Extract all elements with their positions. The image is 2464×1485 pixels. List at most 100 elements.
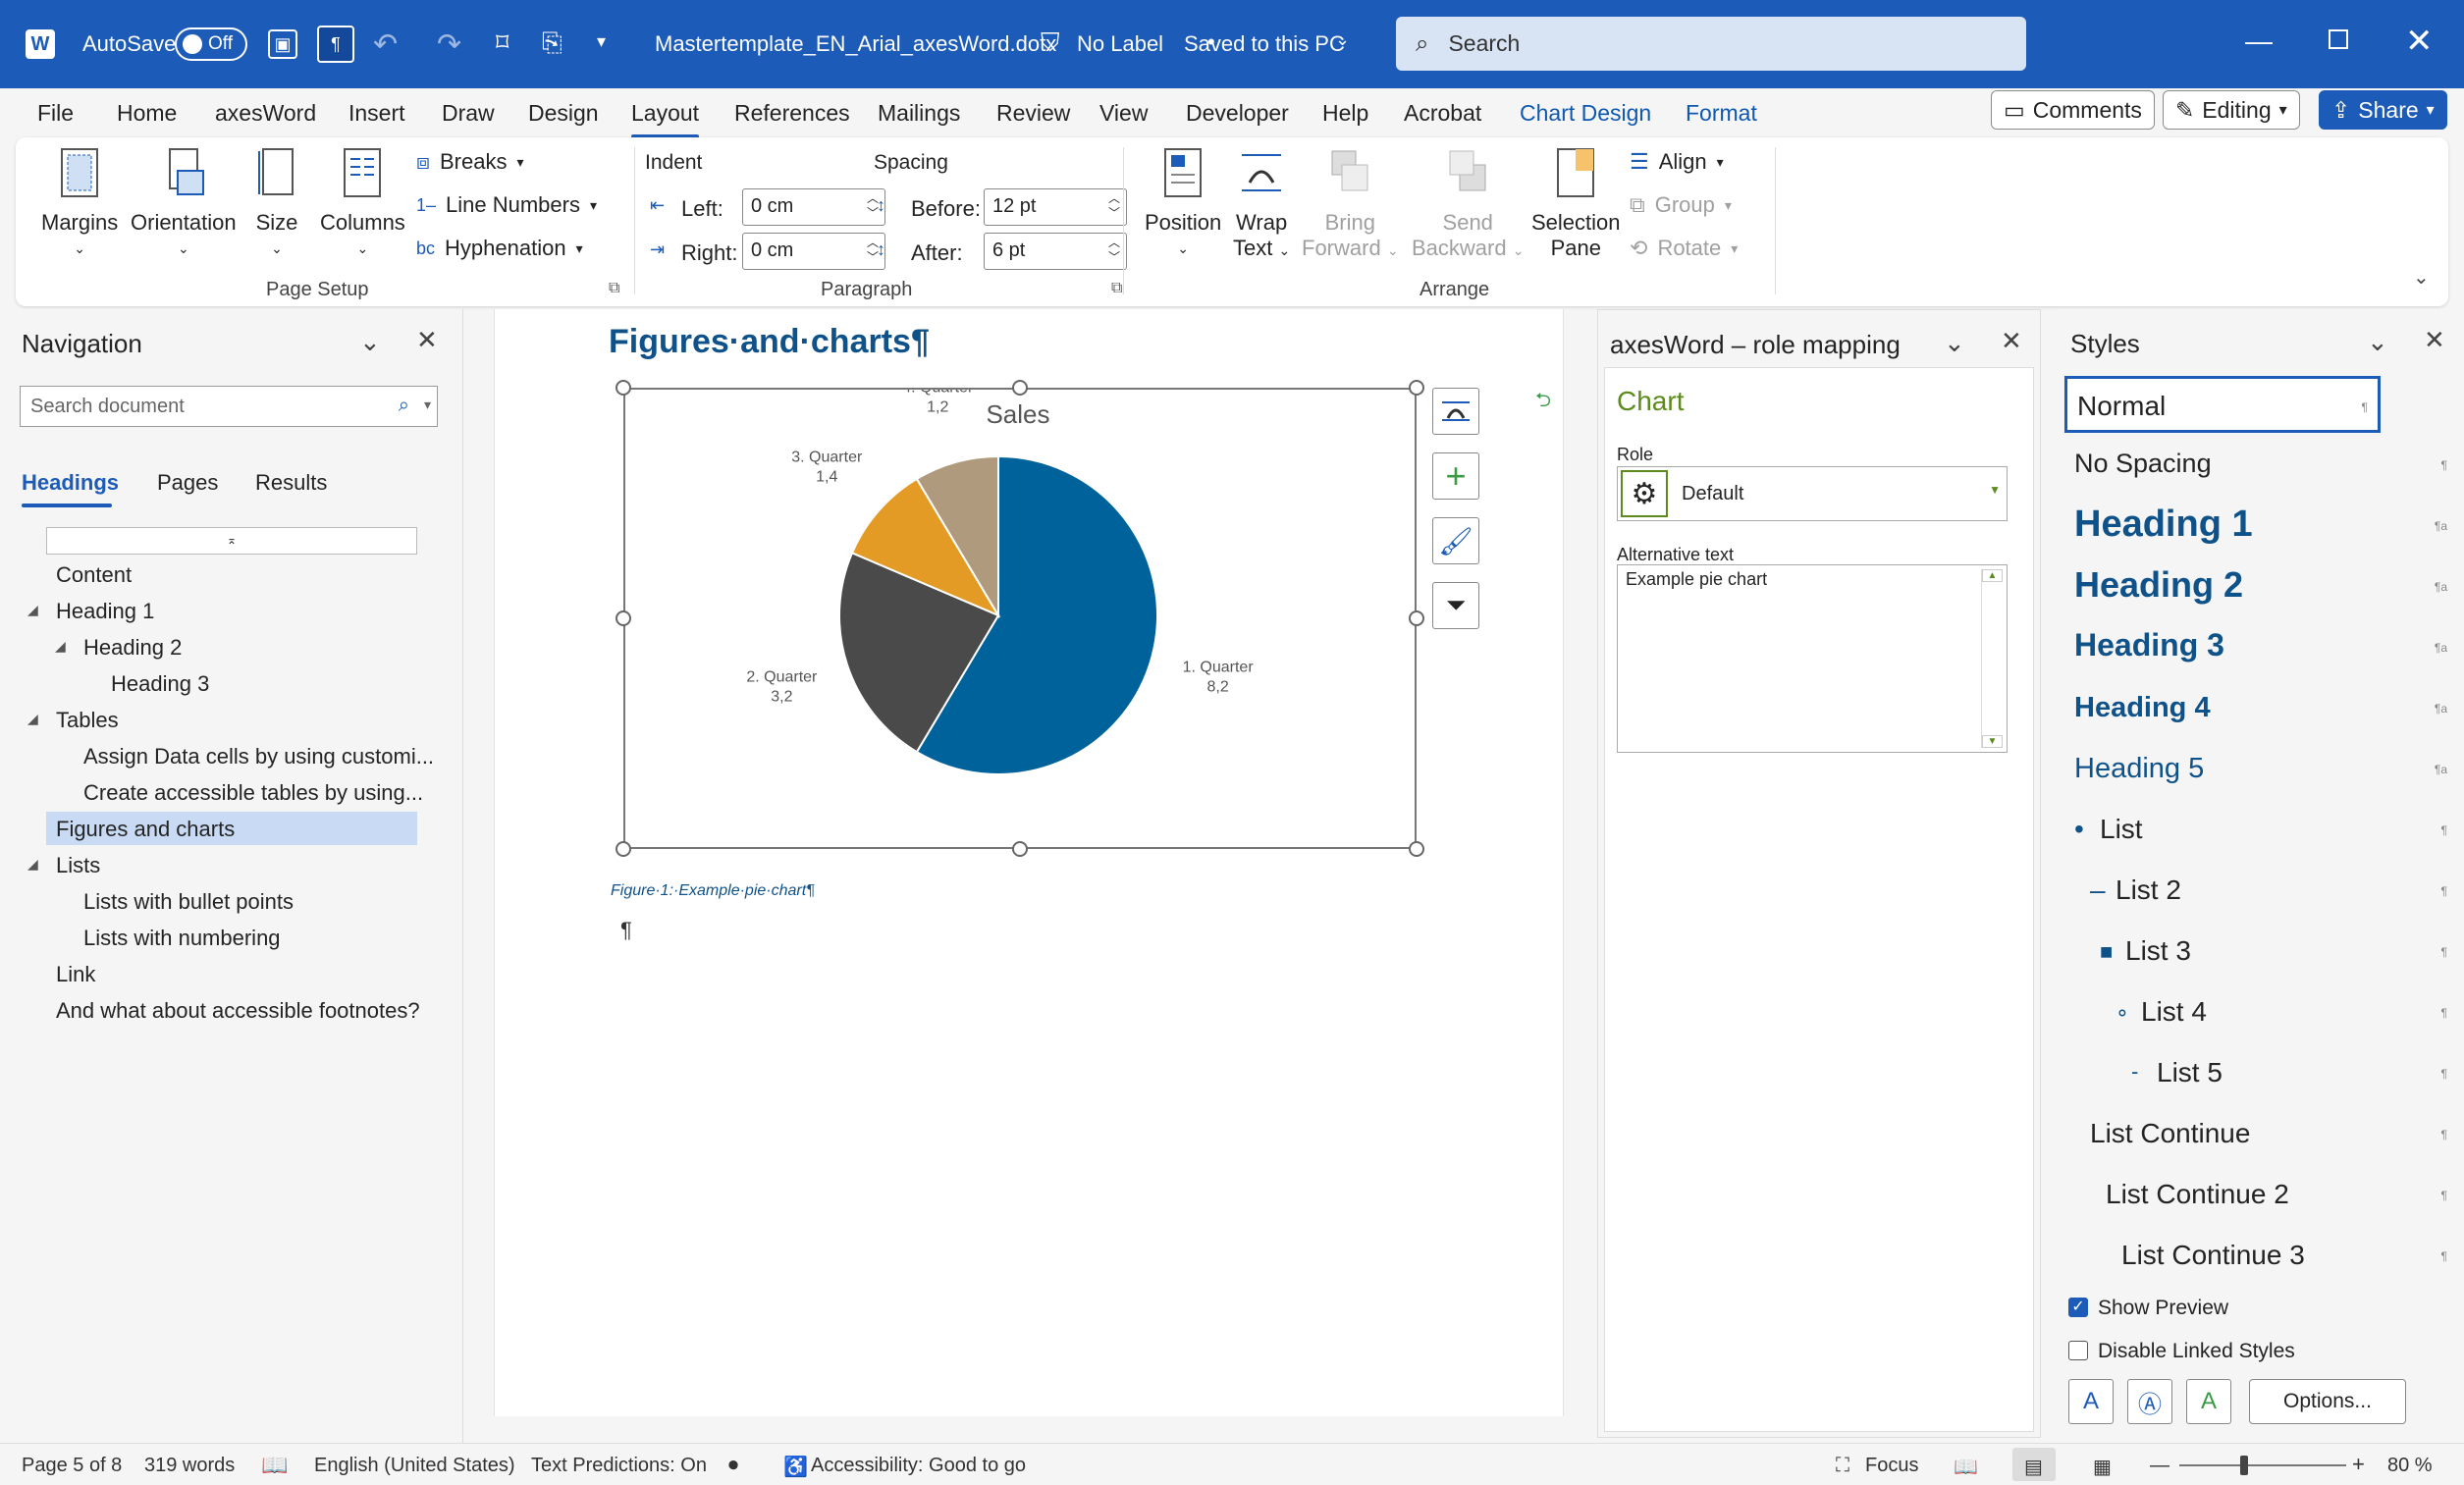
search-document-input[interactable]: Search document ⌕ ▾ [20, 386, 438, 427]
style-item-heading-3[interactable]: Heading 3 ¶a [2064, 619, 2457, 676]
tab-review[interactable]: Review [996, 100, 1070, 127]
layout-options-button[interactable] [1432, 388, 1479, 435]
close-pane-icon[interactable]: ✕ [2001, 326, 2022, 356]
web-layout-icon[interactable]: ▦ [2093, 1455, 2112, 1479]
style-item-heading-4[interactable]: Heading 4 ¶a [2064, 680, 2457, 737]
focus-mode-button[interactable]: Focus [1865, 1455, 1918, 1477]
collapse-all-icon[interactable]: ⌅ [46, 527, 417, 555]
sensitivity-label[interactable]: No Label [1077, 31, 1163, 57]
pane-options-icon[interactable]: ⌄ [1944, 328, 1965, 358]
undo-icon[interactable]: ↶ [373, 27, 398, 62]
tab-design[interactable]: Design [528, 100, 599, 127]
line-numbers-button[interactable]: 1‒ Line Numbers ▾ [416, 192, 597, 218]
zoom-in-icon[interactable]: + [2352, 1452, 2365, 1477]
nav-item-lists-numbering[interactable]: Lists with numbering [83, 926, 281, 951]
tab-mailings[interactable]: Mailings [878, 100, 960, 127]
nav-item-tables[interactable]: Tables [56, 708, 119, 733]
proofing-book-icon[interactable]: 📖 [261, 1453, 288, 1478]
chart-styles-button[interactable]: 🖌 [1432, 517, 1479, 564]
chart-elements-button[interactable]: + [1432, 452, 1479, 500]
style-item-list-5[interactable]: - List 5 ¶ [2064, 1045, 2457, 1102]
nav-item-heading-3[interactable]: Heading 3 [111, 671, 209, 697]
style-item-no-spacing[interactable]: No Spacing ¶ [2064, 437, 2457, 494]
style-item-list-2[interactable]: – List 2 ¶ [2064, 863, 2457, 920]
accessibility-status[interactable]: Accessibility: Good to go [811, 1455, 1026, 1477]
comments-button[interactable]: ▭ Comments [1991, 90, 2155, 130]
style-item-list[interactable]: • List ¶ [2064, 802, 2457, 859]
figure-caption[interactable]: Figure·1:·Example·pie·chart¶ [611, 882, 815, 900]
zoom-out-icon[interactable]: — [2150, 1455, 2169, 1477]
expand-triangle-icon[interactable]: ◢ [27, 856, 38, 873]
orientation-button[interactable]: Orientation ⌄ [131, 147, 237, 261]
show-formatting-icon[interactable]: ¶ [317, 26, 354, 63]
nav-tab-headings[interactable]: Headings [22, 470, 119, 496]
search-box[interactable]: ⌕ Search [1396, 17, 2026, 71]
scroll-down-icon[interactable]: ▼ [1982, 735, 2003, 748]
group-objects-button[interactable]: ⧉ Group ▾ [1630, 192, 1732, 218]
style-item-heading-5[interactable]: Heading 5 ¶a [2064, 741, 2457, 798]
comment-marker-icon[interactable]: ⮌ [1535, 386, 1551, 419]
nav-item-footnotes[interactable]: And what about accessible footnotes? [56, 998, 420, 1024]
word-count[interactable]: 319 words [144, 1455, 235, 1477]
tab-draw[interactable]: Draw [442, 100, 495, 127]
nav-tab-pages[interactable]: Pages [157, 470, 218, 496]
disable-linked-styles-checkbox[interactable] [2068, 1341, 2088, 1360]
tab-references[interactable]: References [734, 100, 850, 127]
tab-chart-design[interactable]: Chart Design [1520, 100, 1651, 127]
pane-options-icon[interactable]: ⌄ [2367, 327, 2388, 357]
alt-text-textarea[interactable]: Example pie chart ▲ ▼ [1617, 564, 2008, 753]
indent-right-input[interactable]: 0 cm ︿ ﹀ [742, 233, 885, 270]
expand-triangle-icon[interactable]: ◢ [27, 711, 38, 727]
language-indicator[interactable]: English (United States) [314, 1455, 515, 1477]
columns-button[interactable]: Columns ⌄ [320, 147, 405, 261]
tab-help[interactable]: Help [1322, 100, 1368, 127]
autosave-toggle[interactable]: Off [175, 27, 247, 61]
dialog-launcher-icon[interactable]: ⧉ [1111, 280, 1122, 297]
touch-mode-icon[interactable]: ⎘ [542, 27, 562, 59]
nav-item-lists-bullet[interactable]: Lists with bullet points [83, 889, 294, 915]
style-item-normal[interactable]: Normal ¶ [2064, 376, 2381, 433]
rotate-button[interactable]: ⟲ Rotate ▾ [1630, 236, 1738, 261]
manage-styles-button[interactable]: A [2186, 1379, 2231, 1424]
style-inspector-button[interactable]: Ⓐ [2127, 1379, 2172, 1424]
nav-item-heading-1[interactable]: Heading 1 [56, 599, 154, 624]
tab-developer[interactable]: Developer [1186, 100, 1289, 127]
hyphenation-button[interactable]: bc Hyphenation ▾ [416, 236, 583, 261]
chart-filters-button[interactable]: ⏷ [1432, 582, 1479, 629]
pane-options-icon[interactable]: ⌄ [359, 327, 381, 357]
minimize-icon[interactable]: — [2245, 26, 2273, 57]
sales-pie-chart[interactable]: Sales 1. Quarter 8,2 2. Quarter 3,2 3. Quart… [625, 390, 1415, 847]
save-icon[interactable]: ▣ [268, 29, 297, 59]
maximize-icon[interactable] [2329, 29, 2348, 49]
share-button[interactable]: ⇪ Share ▾ [2319, 90, 2447, 130]
close-pane-icon[interactable]: ✕ [416, 325, 438, 355]
redo-icon[interactable]: ↷ [437, 27, 461, 62]
search-icon[interactable]: ⌕ [399, 395, 409, 417]
nav-item-figures-and-charts[interactable]: Figures and charts [56, 817, 235, 842]
size-button[interactable]: Size ⌄ [255, 147, 298, 261]
align-button[interactable]: ☰ Align ▾ [1630, 149, 1724, 175]
close-window-icon[interactable]: ✕ [2405, 22, 2434, 61]
document-page[interactable]: Figures·and·charts¶ Figure·1:·Example·pi… [494, 309, 1564, 1416]
bring-forward-button[interactable]: Bring Forward ⌄ [1302, 147, 1399, 263]
nav-item-create-accessible-tables[interactable]: Create accessible tables by using... [83, 780, 423, 806]
collapse-ribbon-icon[interactable]: ⌄ [2413, 265, 2430, 290]
page-indicator[interactable]: Page 5 of 8 [22, 1455, 122, 1477]
style-item-heading-2[interactable]: Heading 2 ¶a [2064, 558, 2457, 615]
tab-axesword[interactable]: axesWord [215, 100, 316, 127]
margins-button[interactable]: Margins ⌄ [41, 147, 118, 261]
document-heading[interactable]: Figures·and·charts¶ [609, 323, 930, 361]
macro-recording-icon[interactable]: ⏺ [728, 1455, 738, 1477]
options-button[interactable]: Options... [2249, 1379, 2406, 1424]
nav-item-link[interactable]: Link [56, 962, 95, 987]
style-item-list-4[interactable]: ∘ List 4 ¶ [2064, 984, 2457, 1041]
chevron-down-icon[interactable]: ▾ [424, 397, 431, 413]
spinner-icon[interactable]: ︿ ﹀ [1108, 236, 1120, 265]
customize-toolbar-icon[interactable]: ▾ [597, 31, 606, 52]
position-button[interactable]: Position ⌄ [1145, 147, 1221, 261]
send-backward-button[interactable]: Send Backward ⌄ [1412, 147, 1524, 263]
tab-acrobat[interactable]: Acrobat [1404, 100, 1481, 127]
selection-pane-button[interactable]: Selection Pane [1531, 147, 1621, 261]
textarea-scrollbar[interactable]: ▲ ▼ [1981, 569, 2003, 748]
tab-format[interactable]: Format [1686, 100, 1757, 127]
